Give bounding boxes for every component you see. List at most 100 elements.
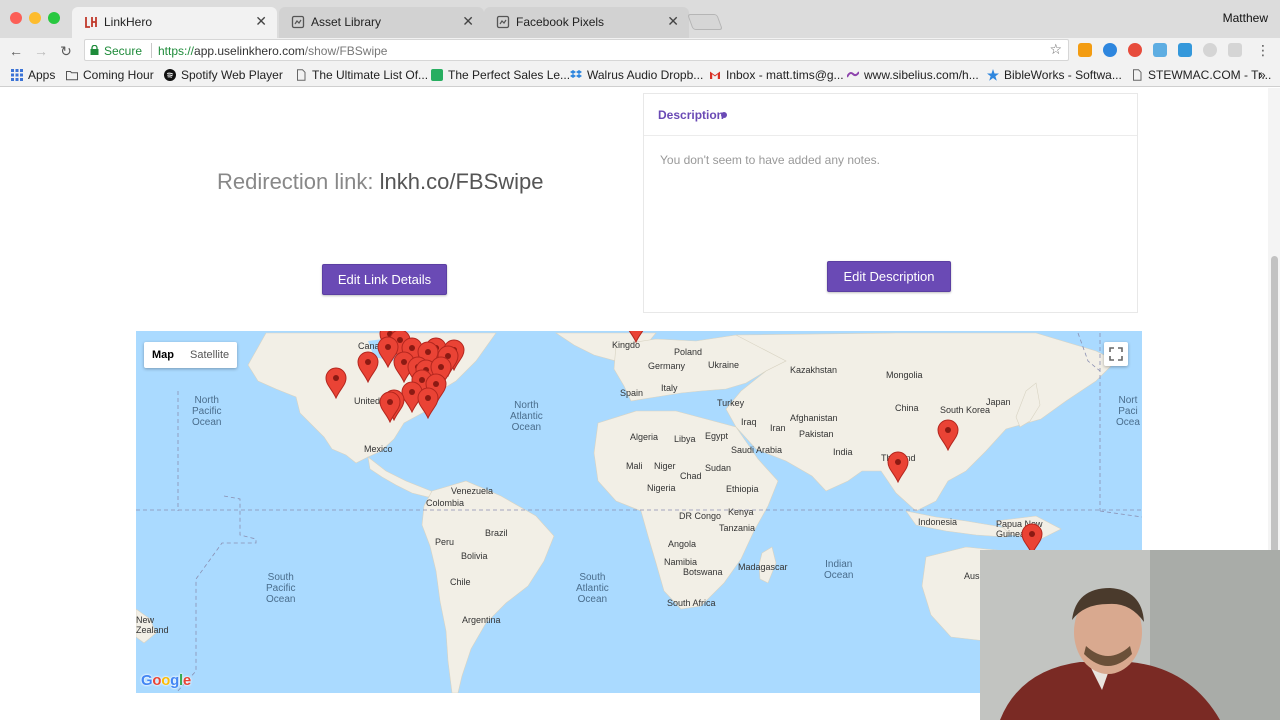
bookmark-walrus-audio[interactable]: Walrus Audio Dropb... <box>570 68 703 82</box>
reload-icon[interactable]: ↻ <box>56 41 76 61</box>
map-label: Egypt <box>705 431 729 441</box>
map-label: Poland <box>674 347 703 357</box>
ocean-label: South Atlantic Ocean <box>576 572 609 605</box>
bookmark-coming-hour[interactable]: Coming Hour <box>66 68 154 82</box>
bookmark-star-icon[interactable]: ☆ <box>1049 41 1062 58</box>
maximize-window-button[interactable] <box>48 12 60 24</box>
address-bar[interactable]: Secure https://app.uselinkhero.com/show/… <box>84 39 1069 61</box>
profile-name[interactable]: Matthew <box>1223 11 1268 25</box>
map-label: Iraq <box>741 417 757 427</box>
map-label: Chile <box>450 577 471 587</box>
map-marker-icon[interactable] <box>625 331 647 343</box>
dropbox-icon <box>570 70 582 78</box>
map-label: Sudan <box>705 463 732 473</box>
gmail-icon <box>710 71 720 79</box>
lock-icon <box>90 45 99 55</box>
map-label: Tanzania <box>719 523 756 533</box>
map-type-satellite[interactable]: Satellite <box>182 342 237 368</box>
map-label: New Zealand <box>136 615 169 635</box>
map-label: Argentina <box>462 615 501 625</box>
map-label: Algeria <box>630 432 659 442</box>
bookmark-label: BibleWorks - Softwa... <box>1004 68 1122 82</box>
extension-icon[interactable] <box>1153 43 1167 57</box>
map-marker-icon[interactable] <box>937 419 959 451</box>
bookmark-stewmac[interactable]: STEWMAC.COM - Tr... <box>1131 68 1271 82</box>
tab-title: LinkHero <box>104 15 153 29</box>
map-label: Aus <box>964 571 980 581</box>
browser-titlebar: LinkHero ✕ Asset Library ✕ Facebook Pixe… <box>0 0 1280 38</box>
map-label: Niger <box>654 461 676 471</box>
map-label: Spain <box>620 388 644 398</box>
close-tab-icon[interactable]: ✕ <box>255 13 267 30</box>
status-dot-icon <box>721 112 727 118</box>
map-label: Japan <box>986 397 1011 407</box>
sb-logo-icon <box>431 69 443 81</box>
tab-asset-library[interactable]: Asset Library ✕ <box>279 7 484 38</box>
bookmark-label: Coming Hour <box>83 68 154 82</box>
url-separator <box>151 43 152 58</box>
map-marker-icon[interactable] <box>379 391 401 423</box>
extension-icon[interactable] <box>1178 43 1192 57</box>
map-label: Iran <box>770 423 786 433</box>
browser-toolbar: ← → ↻ Secure https://app.uselinkhero.com… <box>0 38 1280 63</box>
map-label: Mali <box>626 461 643 471</box>
linkhero-icon <box>85 17 97 28</box>
extension-icon[interactable] <box>1078 43 1092 57</box>
map-label: Italy <box>661 383 678 393</box>
edit-link-details-button[interactable]: Edit Link Details <box>322 264 447 295</box>
edit-description-button[interactable]: Edit Description <box>827 261 951 292</box>
bookmark-label: The Ultimate List Of... <box>312 68 429 82</box>
bookmark-apps[interactable]: Apps <box>11 68 55 82</box>
forward-arrow-icon[interactable]: → <box>31 41 51 61</box>
bookmark-spotify[interactable]: Spotify Web Player <box>164 68 283 82</box>
adblock-icon[interactable] <box>1128 43 1142 57</box>
bookmark-ultimate-list[interactable]: The Ultimate List Of... <box>295 68 428 82</box>
map-label: Namibia <box>664 557 698 567</box>
back-arrow-icon[interactable]: ← <box>6 41 26 61</box>
ocean-label: Nort Paci Ocea <box>1116 395 1140 428</box>
url-text[interactable]: https://app.uselinkhero.com/show/FBSwipe <box>158 44 387 58</box>
menu-kebab-icon[interactable]: ⋮ <box>1256 42 1270 58</box>
folder-icon <box>66 71 78 81</box>
bookmark-sibelius[interactable]: www.sibelius.com/h... <box>847 68 979 82</box>
map-label: United <box>354 396 381 406</box>
map-label: Kazakhstan <box>790 365 838 375</box>
fullscreen-button[interactable] <box>1104 342 1128 366</box>
redirection-url[interactable]: lnkh.co/FBSwipe <box>380 169 544 194</box>
bookmarks-bar: Apps Coming Hour Spotify Web Player The … <box>0 63 1280 87</box>
ocean-label: North Atlantic Ocean <box>510 400 543 433</box>
map-marker-icon[interactable] <box>417 387 439 419</box>
new-tab-button[interactable] <box>687 14 723 30</box>
tab-linkhero[interactable]: LinkHero ✕ <box>72 7 277 38</box>
bookmark-bibleworks[interactable]: BibleWorks - Softwa... <box>987 68 1122 82</box>
extension-icon[interactable] <box>1103 43 1117 57</box>
extension-icon[interactable] <box>1228 43 1242 57</box>
bookmark-inbox[interactable]: Inbox - matt.tims@g... <box>709 68 844 82</box>
bookmark-label: The Perfect Sales Le... <box>448 68 571 82</box>
map-marker-icon[interactable] <box>325 367 347 399</box>
map-label: Venezuela <box>451 486 494 496</box>
map-marker-icon[interactable] <box>887 451 909 483</box>
sibelius-icon <box>847 71 859 78</box>
bookmarks-overflow-button[interactable]: » <box>1259 68 1266 82</box>
tab-facebook-pixels[interactable]: Facebook Pixels ✕ <box>484 7 689 38</box>
map-label: Mongolia <box>886 370 923 380</box>
map-label: Afghanistan <box>790 413 838 423</box>
map-type-map[interactable]: Map <box>144 342 182 368</box>
close-tab-icon[interactable]: ✕ <box>667 13 679 30</box>
map-label: South Korea <box>940 405 991 415</box>
map-label: China <box>895 403 919 413</box>
url-scheme: https:// <box>158 44 195 58</box>
ocean-label: North Pacific Ocean <box>192 395 222 428</box>
description-empty-text: You don't seem to have added any notes. <box>660 153 881 167</box>
map-label: Saudi Arabia <box>731 445 783 455</box>
spotify-icon <box>164 69 176 81</box>
bookmark-perfect-sales[interactable]: The Perfect Sales Le... <box>431 68 570 82</box>
bookmark-label: www.sibelius.com/h... <box>864 68 979 82</box>
minimize-window-button[interactable] <box>29 12 41 24</box>
close-tab-icon[interactable]: ✕ <box>462 13 474 30</box>
extension-icon[interactable] <box>1203 43 1217 57</box>
close-window-button[interactable] <box>10 12 22 24</box>
bookmark-label: Walrus Audio Dropb... <box>587 68 704 82</box>
map-marker-icon[interactable] <box>357 351 379 383</box>
